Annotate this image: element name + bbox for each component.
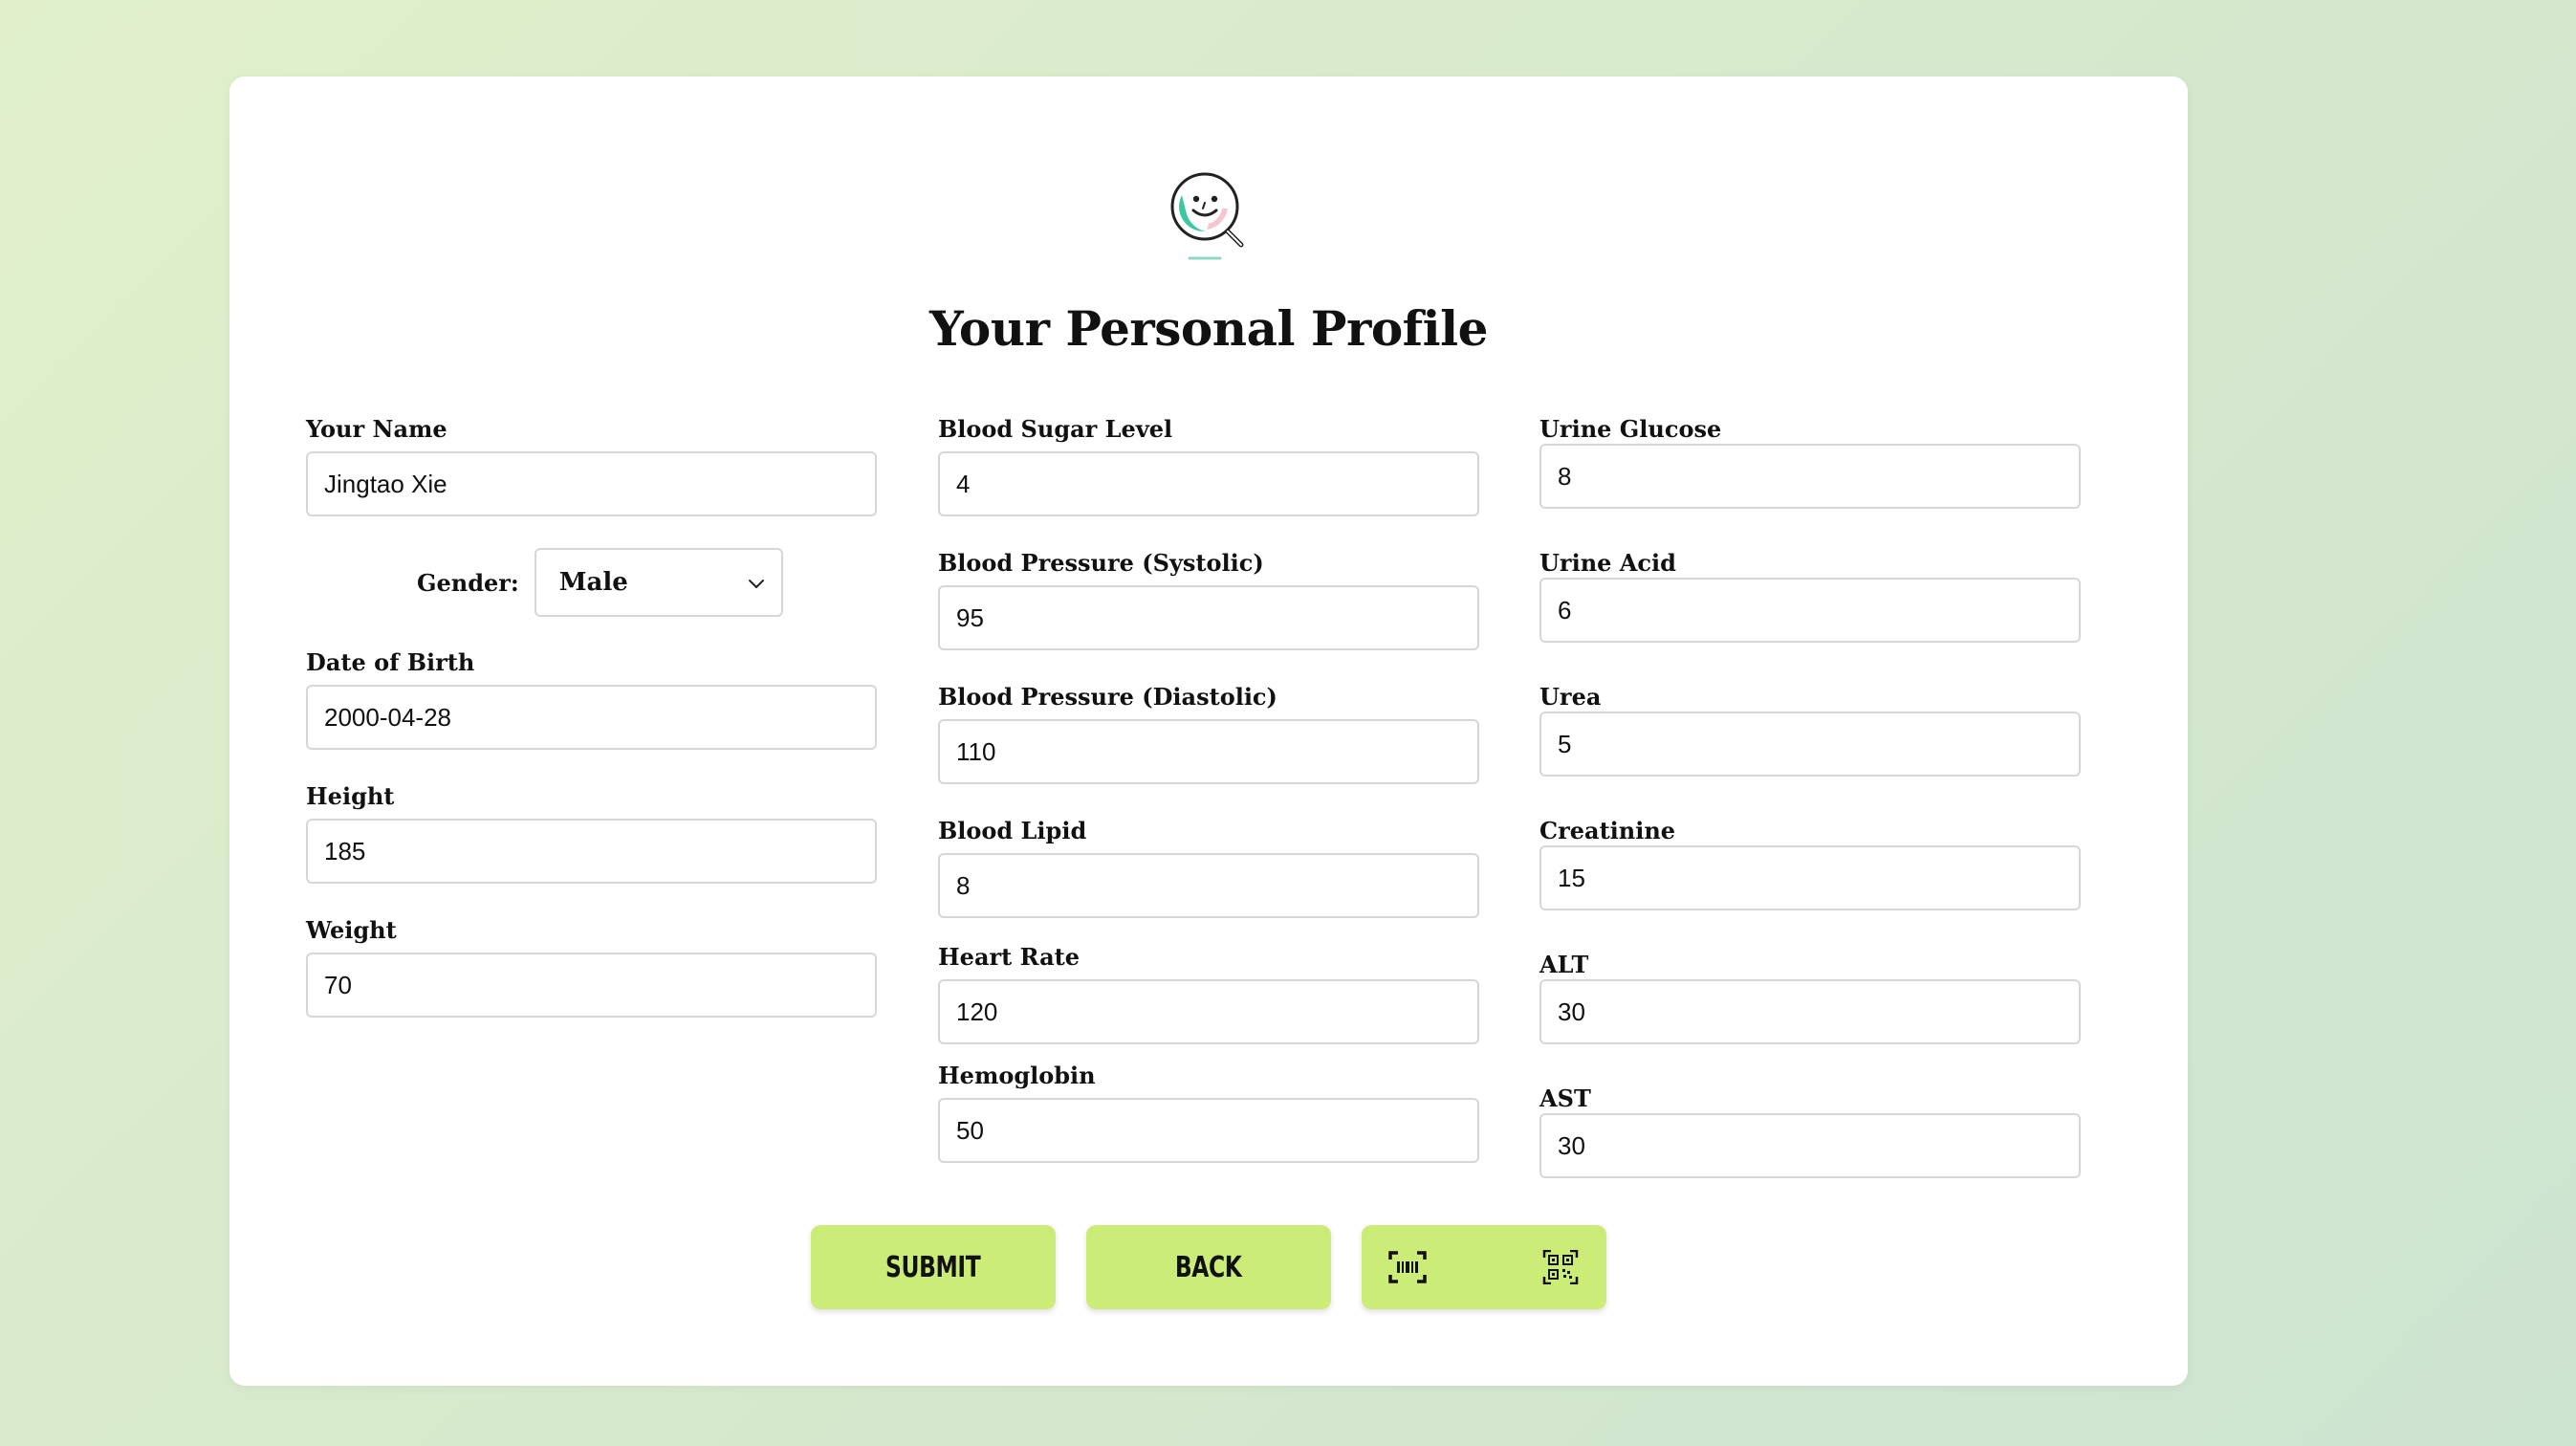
weight-label: Weight (306, 916, 397, 944)
blood-lipid-input[interactable] (938, 853, 1479, 918)
barcode-scan-icon (1388, 1251, 1427, 1283)
hemoglobin-field-group: Hemoglobin (938, 1062, 1479, 1163)
weight-field-group: Weight (306, 916, 877, 1018)
submit-button-label: Submit (885, 1250, 981, 1284)
alt-label: ALT (1539, 951, 1589, 978)
urine-glucose-field-group: Urine Glucose (1539, 415, 2081, 509)
back-button-label: Back (1175, 1250, 1242, 1284)
heart-rate-label: Heart Rate (938, 943, 1080, 971)
alt-field-group: ALT (1539, 951, 2081, 1044)
urine-acid-input[interactable] (1539, 578, 2081, 643)
heart-rate-input[interactable] (938, 979, 1479, 1044)
hemoglobin-input[interactable] (938, 1098, 1479, 1163)
dob-label: Date of Birth (306, 648, 475, 676)
bp-diastolic-label: Blood Pressure (Diastolic) (938, 683, 1277, 711)
bp-systolic-input[interactable] (938, 585, 1479, 650)
bp-diastolic-input[interactable] (938, 719, 1479, 784)
urea-field-group: Urea (1539, 683, 2081, 777)
dob-input[interactable] (306, 685, 877, 750)
height-input[interactable] (306, 819, 877, 884)
name-input[interactable] (306, 451, 877, 516)
blood-sugar-field-group: Blood Sugar Level (938, 415, 1479, 516)
profile-card: Your Personal Profile Your Name Gender: … (229, 77, 2188, 1386)
blood-lipid-field-group: Blood Lipid (938, 817, 1479, 918)
alt-input[interactable] (1539, 979, 2081, 1044)
blood-lipid-label: Blood Lipid (938, 817, 1087, 844)
urea-label: Urea (1539, 683, 1602, 711)
ast-input[interactable] (1539, 1113, 2081, 1178)
blood-sugar-label: Blood Sugar Level (938, 415, 1173, 443)
height-label: Height (306, 782, 395, 810)
hemoglobin-label: Hemoglobin (938, 1062, 1096, 1089)
ast-label: AST (1539, 1084, 1591, 1112)
urine-glucose-input[interactable] (1539, 444, 2081, 509)
weight-input[interactable] (306, 953, 877, 1018)
ast-field-group: AST (1539, 1084, 2081, 1178)
gender-selected-value: Male (558, 568, 628, 597)
height-field-group: Height (306, 782, 877, 884)
page-title: Your Personal Profile (929, 300, 1488, 357)
creatinine-field-group: Creatinine (1539, 817, 2081, 910)
creatinine-label: Creatinine (1539, 817, 1676, 844)
scan-button[interactable] (1362, 1225, 1606, 1309)
creatinine-input[interactable] (1539, 845, 2081, 910)
name-field-group: Your Name (306, 415, 877, 516)
qr-code-icon (1542, 1250, 1579, 1284)
submit-button[interactable]: Submit (811, 1225, 1056, 1309)
heart-rate-field-group: Heart Rate (938, 943, 1479, 1044)
gender-select[interactable]: Male (534, 548, 783, 617)
urine-acid-label: Urine Acid (1539, 549, 1676, 577)
bp-systolic-label: Blood Pressure (Systolic) (938, 549, 1264, 577)
urine-glucose-label: Urine Glucose (1539, 415, 1722, 443)
urine-acid-field-group: Urine Acid (1539, 549, 2081, 643)
dob-field-group: Date of Birth (306, 648, 877, 750)
chevron-down-icon (748, 580, 764, 588)
gender-label: Gender: (417, 568, 519, 597)
urea-input[interactable] (1539, 712, 2081, 777)
gender-field-group: Gender: Male (417, 548, 783, 617)
bp-diastolic-field-group: Blood Pressure (Diastolic) (938, 683, 1479, 784)
smiley-magnifier-logo-icon (1170, 172, 1244, 260)
bp-systolic-field-group: Blood Pressure (Systolic) (938, 549, 1479, 650)
back-button[interactable]: Back (1086, 1225, 1331, 1309)
name-label: Your Name (306, 415, 448, 443)
blood-sugar-input[interactable] (938, 451, 1479, 516)
